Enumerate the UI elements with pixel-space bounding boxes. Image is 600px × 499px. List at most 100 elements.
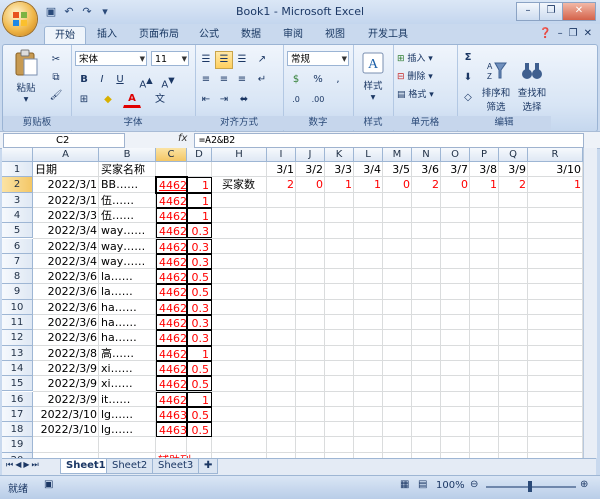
row-header[interactable]: 19 xyxy=(2,437,33,453)
summary-count[interactable]: 0 xyxy=(296,177,325,192)
worksheet-grid[interactable]: A B C D H I J K L M N O P Q R 1 2 3 4 5 6 7 8 9 10 11 12 13 14 15 16 17… xyxy=(2,148,596,458)
summary-date[interactable]: 3/2 xyxy=(296,162,325,177)
font-color-icon[interactable]: A xyxy=(123,91,141,108)
column-header[interactable]: N xyxy=(412,148,441,162)
find-select-button[interactable]: 查找和 选择 xyxy=(515,49,549,124)
styles-button[interactable]: A 样式 ▾ xyxy=(357,51,389,103)
helper-key-cell[interactable]: 4462 xyxy=(156,253,187,270)
date-cell[interactable]: 2022/3/10 xyxy=(33,407,99,422)
date-cell[interactable]: 2022/3/4 xyxy=(33,254,99,269)
office-button[interactable] xyxy=(3,2,37,36)
tab-home[interactable]: 开始 xyxy=(44,26,86,44)
column-header[interactable]: A xyxy=(33,148,99,162)
quantity-cell[interactable]: 0.3 xyxy=(187,253,212,270)
ribbon-restore-icon[interactable]: ❐ xyxy=(569,28,578,39)
quantity-cell[interactable]: 1 xyxy=(187,345,212,361)
row-header[interactable]: 14 xyxy=(2,360,33,377)
row-header[interactable]: 5 xyxy=(2,223,33,239)
date-cell[interactable]: 2022/3/6 xyxy=(33,300,99,315)
helper-key-cell[interactable]: 4462 xyxy=(156,376,187,392)
ribbon-minimize-icon[interactable]: – xyxy=(558,28,563,39)
date-cell[interactable]: 2022/3/9 xyxy=(33,361,99,376)
buyer-name-cell[interactable]: way…… xyxy=(99,254,156,269)
summary-count[interactable]: 2 xyxy=(499,177,528,192)
quantity-cell[interactable]: 0.5 xyxy=(187,284,212,300)
insert-function-icon[interactable]: fx xyxy=(178,133,187,144)
buyer-name-cell[interactable]: BB…… xyxy=(99,177,156,192)
row-header[interactable]: 4 xyxy=(2,207,33,224)
decrease-indent-icon[interactable]: ⇤ xyxy=(197,91,215,109)
paste-button[interactable]: 粘贴 ▾ xyxy=(9,49,43,105)
buyer-name-cell[interactable]: ha…… xyxy=(99,315,156,330)
summary-count[interactable]: 2 xyxy=(412,177,441,192)
quantity-cell[interactable]: 0.3 xyxy=(187,330,212,346)
row-header[interactable]: 16 xyxy=(2,391,33,407)
quantity-cell[interactable]: 1 xyxy=(187,391,212,407)
zoom-out-icon[interactable]: ⊖ xyxy=(470,479,478,490)
normal-view-icon[interactable]: ▦ xyxy=(400,479,409,490)
phonetic-icon[interactable]: 文 xyxy=(151,91,169,109)
restore-button[interactable]: ❐ xyxy=(539,2,563,21)
summary-date[interactable]: 3/4 xyxy=(354,162,383,177)
number-format-select[interactable]: 常规 ▼ xyxy=(287,51,349,66)
row-header[interactable]: 11 xyxy=(2,315,33,331)
cut-icon[interactable]: ✂ xyxy=(47,51,65,69)
format-cells-button[interactable]: ▤ 格式 ▾ xyxy=(397,87,434,100)
quantity-cell[interactable]: 0.5 xyxy=(187,376,212,392)
summary-date[interactable]: 3/6 xyxy=(412,162,441,177)
zoom-in-icon[interactable]: ⊕ xyxy=(580,479,588,490)
bold-button[interactable]: B xyxy=(75,71,93,89)
helper-key-cell[interactable]: 4462 xyxy=(156,299,187,315)
summary-date[interactable]: 3/5 xyxy=(383,162,412,177)
insert-sheet-icon[interactable]: ✚ xyxy=(198,459,219,474)
fill-icon[interactable]: ⬇ xyxy=(459,69,477,87)
date-cell[interactable]: 2022/3/9 xyxy=(33,376,99,391)
summary-count[interactable]: 2 xyxy=(267,177,296,192)
column-header[interactable]: C xyxy=(156,148,187,162)
summary-date[interactable]: 3/8 xyxy=(470,162,499,177)
summary-label[interactable]: 买家数 xyxy=(212,177,267,192)
increase-indent-icon[interactable]: ⇥ xyxy=(215,91,233,109)
date-cell[interactable]: 2022/3/6 xyxy=(33,269,99,284)
quantity-cell[interactable]: 0.5 xyxy=(187,360,212,377)
minimize-button[interactable]: – xyxy=(516,2,540,21)
align-left-icon[interactable]: ≡ xyxy=(197,71,215,89)
column-header[interactable]: R xyxy=(528,148,583,162)
increase-decimal-icon[interactable]: .0 xyxy=(287,91,305,109)
sort-filter-button[interactable]: A Z 排序和 筛选 xyxy=(479,49,513,124)
header-buyer-name[interactable]: 买家名称 xyxy=(99,162,156,177)
buyer-name-cell[interactable]: xi…… xyxy=(99,376,156,391)
select-all-corner[interactable] xyxy=(2,148,33,162)
helper-key-cell[interactable]: 4462 xyxy=(156,238,187,254)
date-cell[interactable]: 2022/3/6 xyxy=(33,284,99,299)
buyer-name-cell[interactable]: way…… xyxy=(99,239,156,254)
summary-date[interactable]: 3/9 xyxy=(499,162,528,177)
buyer-name-cell[interactable]: lg…… xyxy=(99,422,156,437)
summary-count[interactable]: 1 xyxy=(354,177,383,192)
merge-center-icon[interactable]: ⬌ xyxy=(235,91,253,109)
quantity-cell[interactable]: 0.3 xyxy=(187,315,212,331)
summary-count[interactable]: 0 xyxy=(441,177,470,192)
helper-key-cell[interactable]: 4463 xyxy=(156,422,187,438)
quantity-cell[interactable]: 1 xyxy=(187,177,212,193)
insert-cells-button[interactable]: ⊞ 插入 ▾ xyxy=(397,51,433,64)
column-header[interactable]: H xyxy=(212,148,267,162)
summary-date[interactable]: 3/3 xyxy=(325,162,354,177)
quantity-cell[interactable]: 0.3 xyxy=(187,238,212,254)
align-middle-icon[interactable]: ☰ xyxy=(215,51,233,69)
date-cell[interactable]: 2022/3/6 xyxy=(33,330,99,345)
tab-insert[interactable]: 插入 xyxy=(90,26,124,43)
delete-cells-button[interactable]: ⊟ 删除 ▾ xyxy=(397,69,433,82)
grow-font-icon[interactable]: A▲ xyxy=(137,71,155,90)
column-header[interactable]: B xyxy=(99,148,156,162)
format-painter-icon[interactable]: 🖌 xyxy=(47,87,65,105)
column-header[interactable]: M xyxy=(383,148,412,162)
quantity-cell[interactable]: 1 xyxy=(187,192,212,208)
buyer-name-cell[interactable]: lg…… xyxy=(99,407,156,422)
align-right-icon[interactable]: ≡ xyxy=(233,71,251,89)
quantity-cell[interactable]: 0.5 xyxy=(187,422,212,438)
date-cell[interactable]: 2022/3/8 xyxy=(33,346,99,361)
summary-date[interactable]: 3/1 xyxy=(267,162,296,177)
row-header[interactable]: 6 xyxy=(2,238,33,254)
buyer-name-cell[interactable]: it…… xyxy=(99,392,156,407)
